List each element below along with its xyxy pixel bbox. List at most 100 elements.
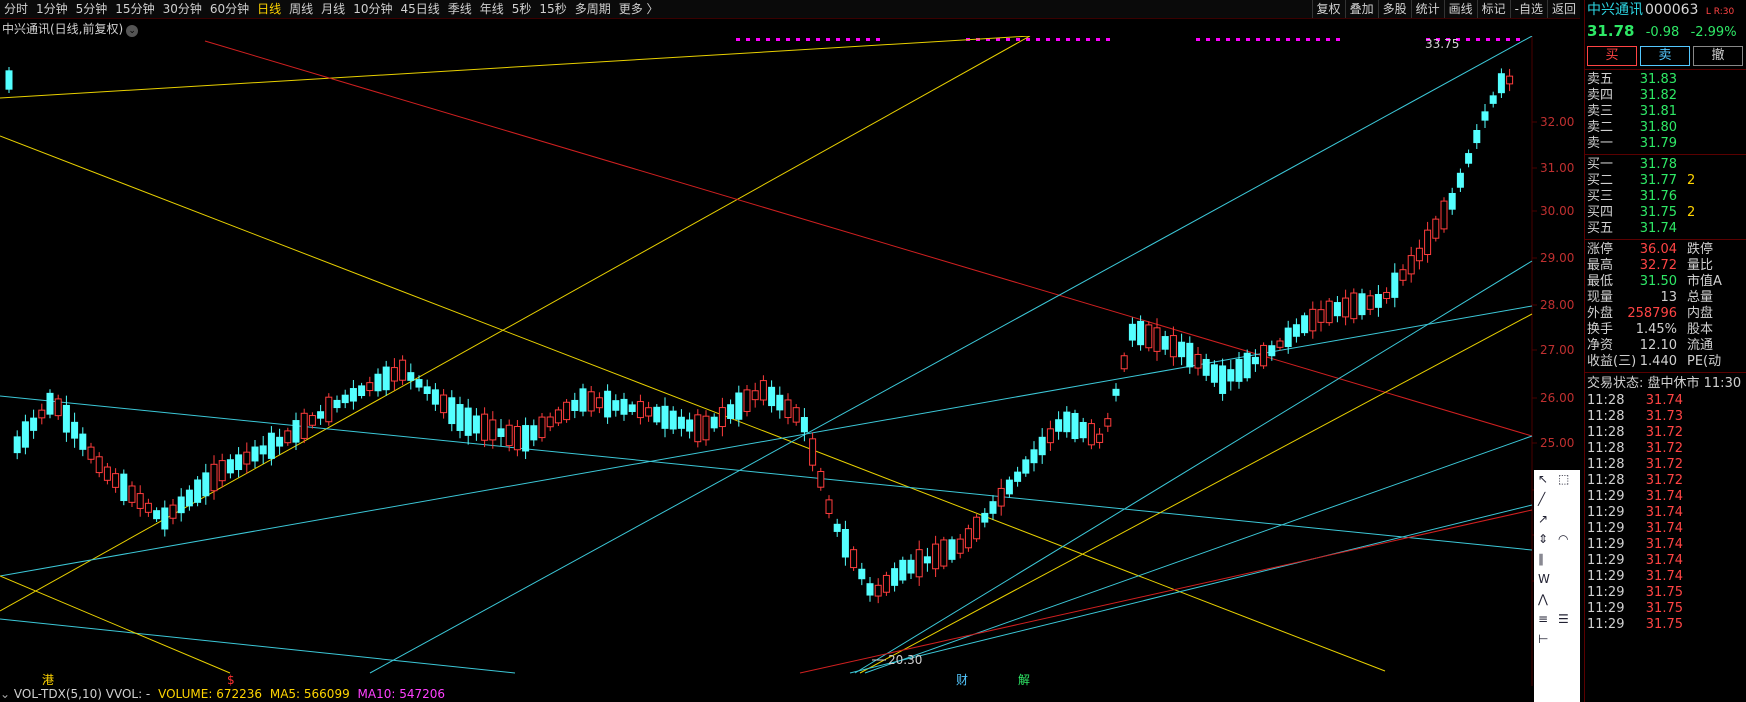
level-price: 31.82 xyxy=(1639,88,1677,103)
candle-body xyxy=(284,430,292,444)
ray-tool-icon[interactable]: ↗ xyxy=(1538,512,1548,526)
tick-time: 11:29 xyxy=(1587,617,1625,632)
candle-body xyxy=(800,417,808,433)
level-label: 买五 xyxy=(1587,221,1614,236)
candle-body xyxy=(1268,345,1276,357)
period-tab[interactable]: 10分钟 xyxy=(349,0,396,18)
period-tab[interactable]: 月线 xyxy=(317,0,349,18)
period-tab[interactable]: 更多 〉 xyxy=(615,0,663,18)
fib-tool-icon[interactable]: ≡ xyxy=(1538,612,1548,626)
toolbar-button[interactable]: 复权 xyxy=(1311,0,1345,18)
line-tool-icon[interactable]: ╱ xyxy=(1538,492,1545,506)
period-tab[interactable]: 分时 xyxy=(0,0,32,18)
period-tab[interactable]: 季线 xyxy=(444,0,476,18)
toolbar-button[interactable]: -自选 xyxy=(1509,0,1547,18)
chart-title[interactable]: 中兴通讯(日线,前复权) ⌄ xyxy=(2,20,139,37)
candle-body xyxy=(751,390,759,401)
candle-body xyxy=(1276,340,1284,348)
candle-body xyxy=(423,386,431,394)
candle-body xyxy=(1087,423,1095,446)
period-tab[interactable]: 年线 xyxy=(476,0,508,18)
bid-row: 买五 31.74 xyxy=(1585,221,1746,237)
stat-value: 31.50 xyxy=(1639,274,1677,289)
period-tab[interactable]: 5秒 xyxy=(508,0,536,18)
period-tab[interactable]: 15分钟 xyxy=(111,0,158,18)
period-tab[interactable]: 60分钟 xyxy=(206,0,253,18)
cancel-order-button[interactable]: 撤 xyxy=(1693,46,1743,66)
candle-body xyxy=(218,460,226,482)
level-label: 卖一 xyxy=(1587,136,1614,151)
stat-label-2: 股本 xyxy=(1687,322,1714,337)
period-tab[interactable]: 5分钟 xyxy=(72,0,112,18)
candle-body xyxy=(1317,309,1325,323)
tick-row: 11:28 31.72 xyxy=(1585,441,1746,457)
period-tab[interactable]: 日线 xyxy=(253,0,285,18)
event-marker xyxy=(1066,38,1070,41)
candle-body xyxy=(390,367,398,382)
event-marker xyxy=(1106,38,1110,41)
candle-body xyxy=(194,479,202,503)
toolbar-button[interactable]: 返回 xyxy=(1546,0,1580,18)
candle-body xyxy=(923,556,931,564)
toolbar-button[interactable]: 叠加 xyxy=(1344,0,1378,18)
event-marker xyxy=(816,38,820,41)
period-tab[interactable]: 15秒 xyxy=(535,0,570,18)
candle-body xyxy=(153,510,161,520)
candle-body xyxy=(702,415,710,441)
toolbar-button[interactable]: 统计 xyxy=(1410,0,1444,18)
tick-row: 11:28 31.72 xyxy=(1585,425,1746,441)
period-toolbar: 分时 1分钟 5分钟 15分钟 30分钟 60分钟 日线 周线 月线 10分钟 45日线 季线 年线 5秒… xyxy=(0,0,1580,19)
period-tab[interactable]: 1分钟 xyxy=(32,0,72,18)
y-tick-label: 25.00 xyxy=(1540,436,1574,450)
channel-tool-icon[interactable]: ⊢ xyxy=(1538,632,1548,646)
toolbar-button[interactable]: 多股 xyxy=(1377,0,1411,18)
wave-tool-icon[interactable]: W xyxy=(1538,572,1550,586)
vertical-tool-icon[interactable]: ⇕ xyxy=(1538,532,1548,546)
candle-body xyxy=(1046,428,1054,444)
chevron-down-icon[interactable]: ⌄ xyxy=(0,687,14,701)
candle-body xyxy=(743,389,751,412)
candle-body xyxy=(95,456,103,474)
candle-body xyxy=(1128,323,1136,341)
price-change: -0.98 xyxy=(1645,25,1680,40)
trend-line xyxy=(864,435,1533,674)
text-tool-icon[interactable]: ☰ xyxy=(1558,612,1569,626)
candle-body xyxy=(776,394,784,411)
event-marker xyxy=(1506,38,1510,41)
toolbar-button[interactable]: 标记 xyxy=(1476,0,1510,18)
tick-price: 31.74 xyxy=(1645,537,1683,552)
candle-body xyxy=(1391,272,1399,298)
candle-body xyxy=(1178,341,1186,358)
candle-body xyxy=(136,493,144,509)
ask-row: 卖四 31.82 xyxy=(1585,88,1746,104)
candle-body xyxy=(513,426,521,451)
event-marker xyxy=(1016,38,1020,41)
toolbar-button[interactable]: 画线 xyxy=(1443,0,1477,18)
period-tab[interactable]: 30分钟 xyxy=(159,0,206,18)
parallel-tool-icon[interactable]: ∥ xyxy=(1538,552,1544,566)
arc-tool-icon[interactable]: ◠ xyxy=(1558,532,1568,546)
stat-label: 涨停 xyxy=(1587,242,1614,257)
tick-price: 31.72 xyxy=(1645,457,1683,472)
period-tab[interactable]: 45日线 xyxy=(396,0,443,18)
candle-body xyxy=(259,445,267,455)
period-tab[interactable]: 周线 xyxy=(285,0,317,18)
event-marker xyxy=(1286,38,1290,41)
stat-label-2: 流通 xyxy=(1687,338,1714,353)
candlestick-chart[interactable]: 32.00 31.00 30.00 29.00 28.00 27.00 26.00 25.00… xyxy=(0,36,1584,686)
buy-button[interactable]: 买 xyxy=(1587,46,1637,66)
candle-body xyxy=(1383,291,1391,300)
candle-body xyxy=(620,398,628,415)
candle-body xyxy=(964,528,972,549)
candle-body xyxy=(235,454,243,471)
period-tab[interactable]: 多周期 xyxy=(571,0,615,18)
vol-indicator-label[interactable]: VOL-TDX(5,10) xyxy=(14,687,102,701)
sell-button[interactable]: 卖 xyxy=(1640,46,1690,66)
candle-body xyxy=(399,359,407,381)
cursor-icon[interactable]: ↖ xyxy=(1538,472,1548,486)
candle-body xyxy=(415,379,423,388)
grid-tool-icon[interactable]: ⬚ xyxy=(1558,472,1569,486)
fan-tool-icon[interactable]: ⋀ xyxy=(1538,592,1548,606)
event-marker xyxy=(796,38,800,41)
candle-body xyxy=(1137,320,1145,346)
